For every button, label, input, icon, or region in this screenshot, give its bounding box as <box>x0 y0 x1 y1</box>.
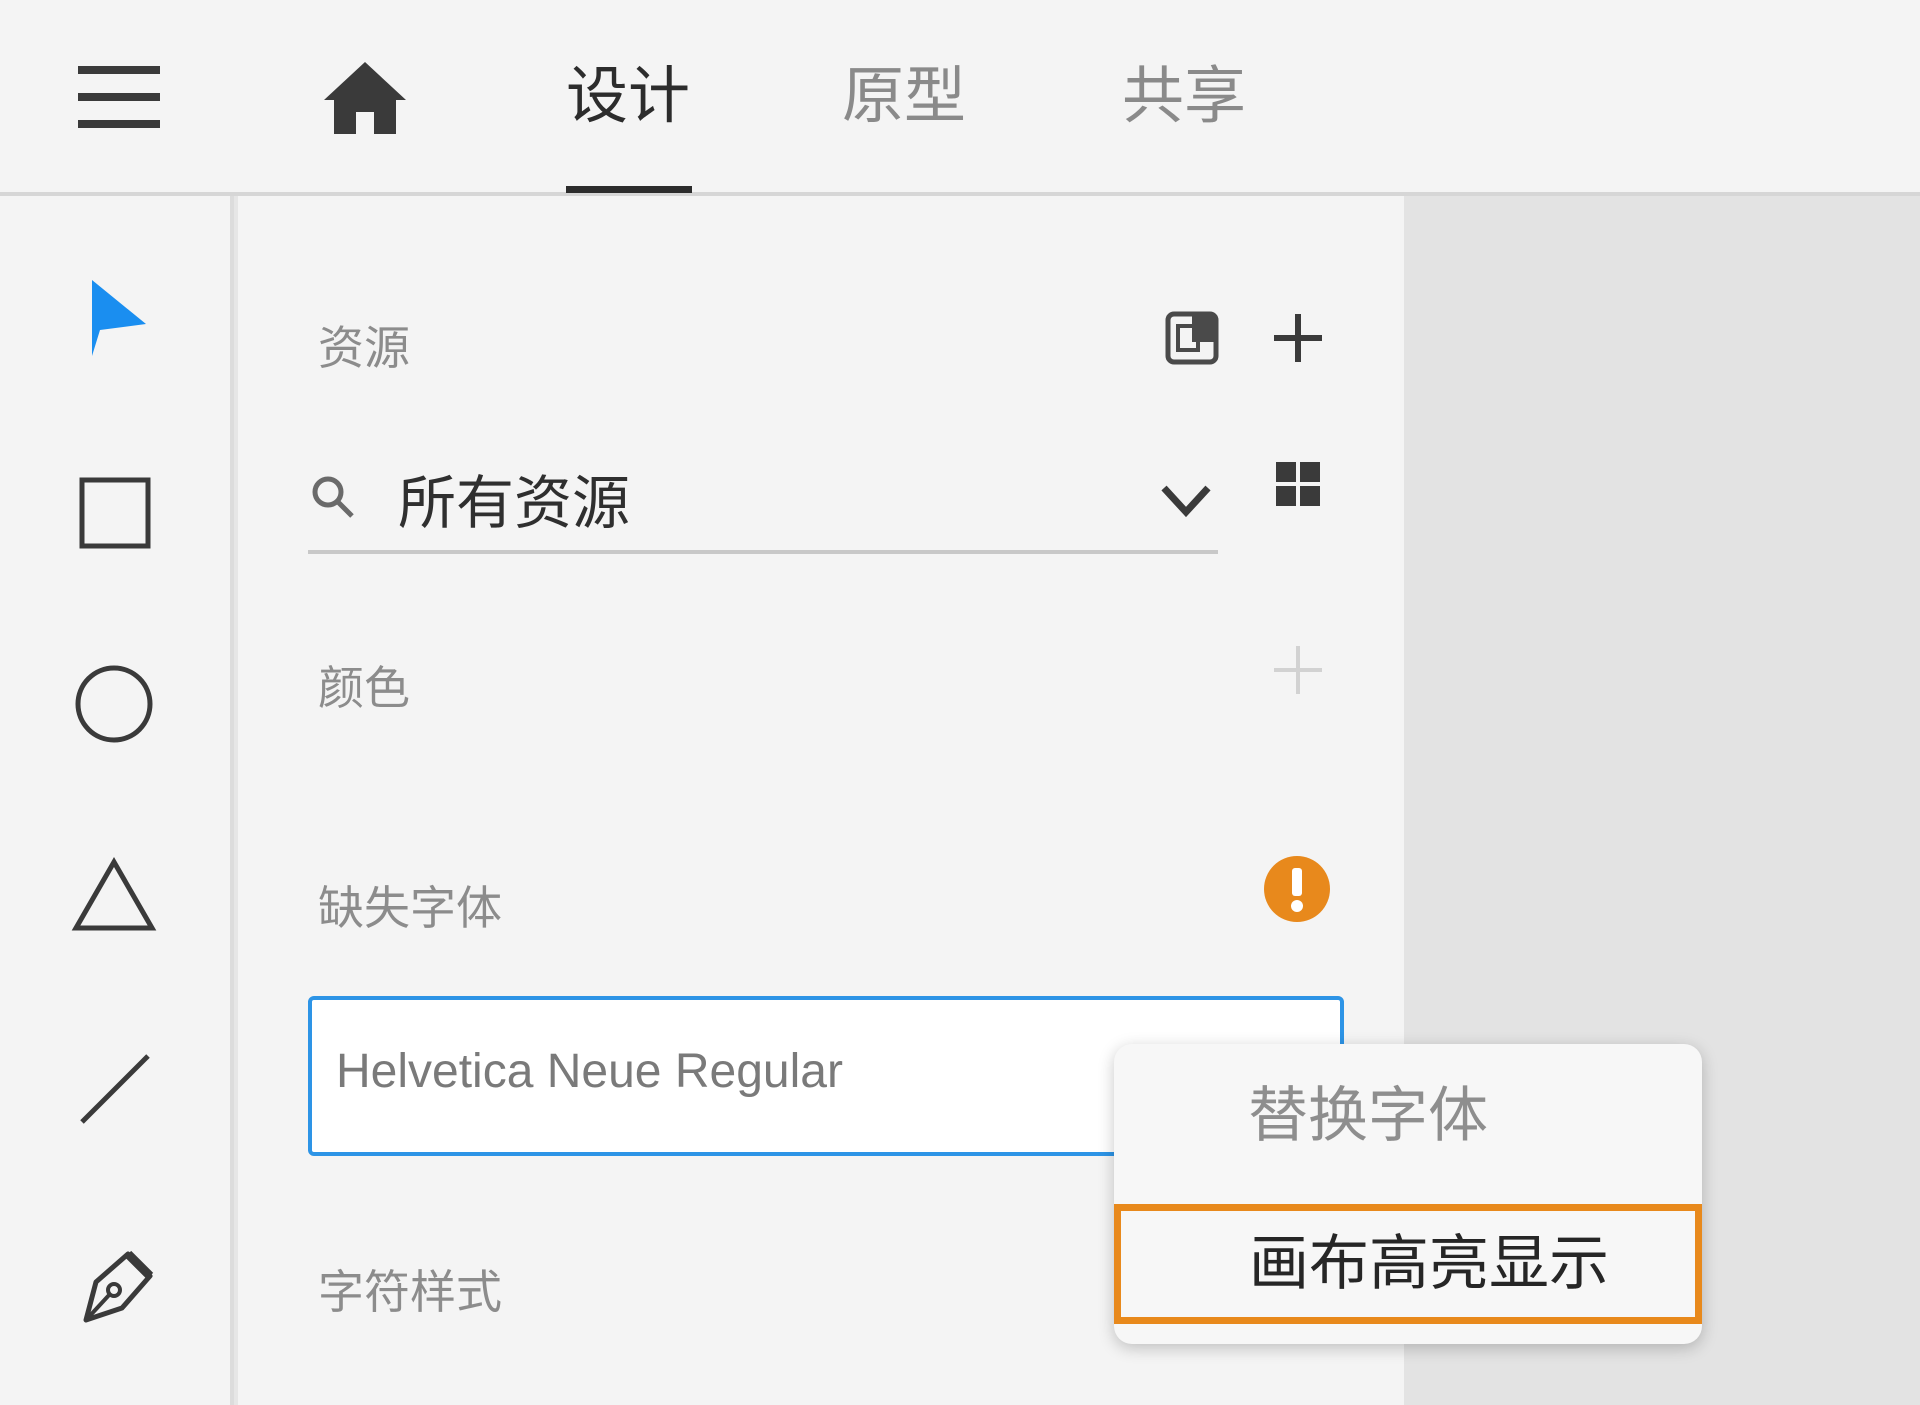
grid-view-icon[interactable] <box>1268 454 1328 514</box>
chevron-down-icon[interactable] <box>1158 480 1214 520</box>
asset-filter-dropdown[interactable]: 所有资源 <box>308 436 1218 554</box>
ellipse-icon[interactable] <box>66 654 166 754</box>
select-arrow-icon[interactable] <box>66 272 166 372</box>
context-menu: 替换字体 画布高亮显示 <box>1114 1044 1702 1344</box>
assets-title: 资源 <box>318 321 410 375</box>
hamburger-menu-icon[interactable] <box>78 66 160 128</box>
search-icon <box>308 472 358 522</box>
menu-item-highlight-on-canvas[interactable]: 画布高亮显示 <box>1114 1204 1702 1324</box>
top-bar: 设计 原型 共享 <box>0 0 1920 196</box>
tab-prototype[interactable]: 原型 <box>842 56 966 136</box>
line-icon[interactable] <box>66 1042 166 1142</box>
pen-icon[interactable] <box>66 1236 166 1336</box>
active-tab-indicator <box>566 186 692 193</box>
add-asset-icon[interactable] <box>1268 308 1328 368</box>
character-styles-title: 字符样式 <box>318 1265 502 1319</box>
asset-filter-value: 所有资源 <box>398 469 631 537</box>
rectangle-icon[interactable] <box>66 464 166 564</box>
add-color-icon[interactable] <box>1268 640 1328 700</box>
triangle-icon[interactable] <box>66 848 166 948</box>
tab-design[interactable]: 设计 <box>566 56 690 136</box>
tool-bar <box>0 196 234 1405</box>
missing-fonts-title: 缺失字体 <box>318 881 502 935</box>
tab-share[interactable]: 共享 <box>1122 56 1246 136</box>
warning-icon <box>1262 854 1332 924</box>
colors-title: 颜色 <box>318 661 410 715</box>
menu-item-replace-font[interactable]: 替换字体 <box>1114 1056 1702 1176</box>
open-library-icon[interactable] <box>1162 308 1222 368</box>
home-icon[interactable] <box>320 58 410 138</box>
missing-font-name: Helvetica Neue Regular <box>336 1045 843 1098</box>
